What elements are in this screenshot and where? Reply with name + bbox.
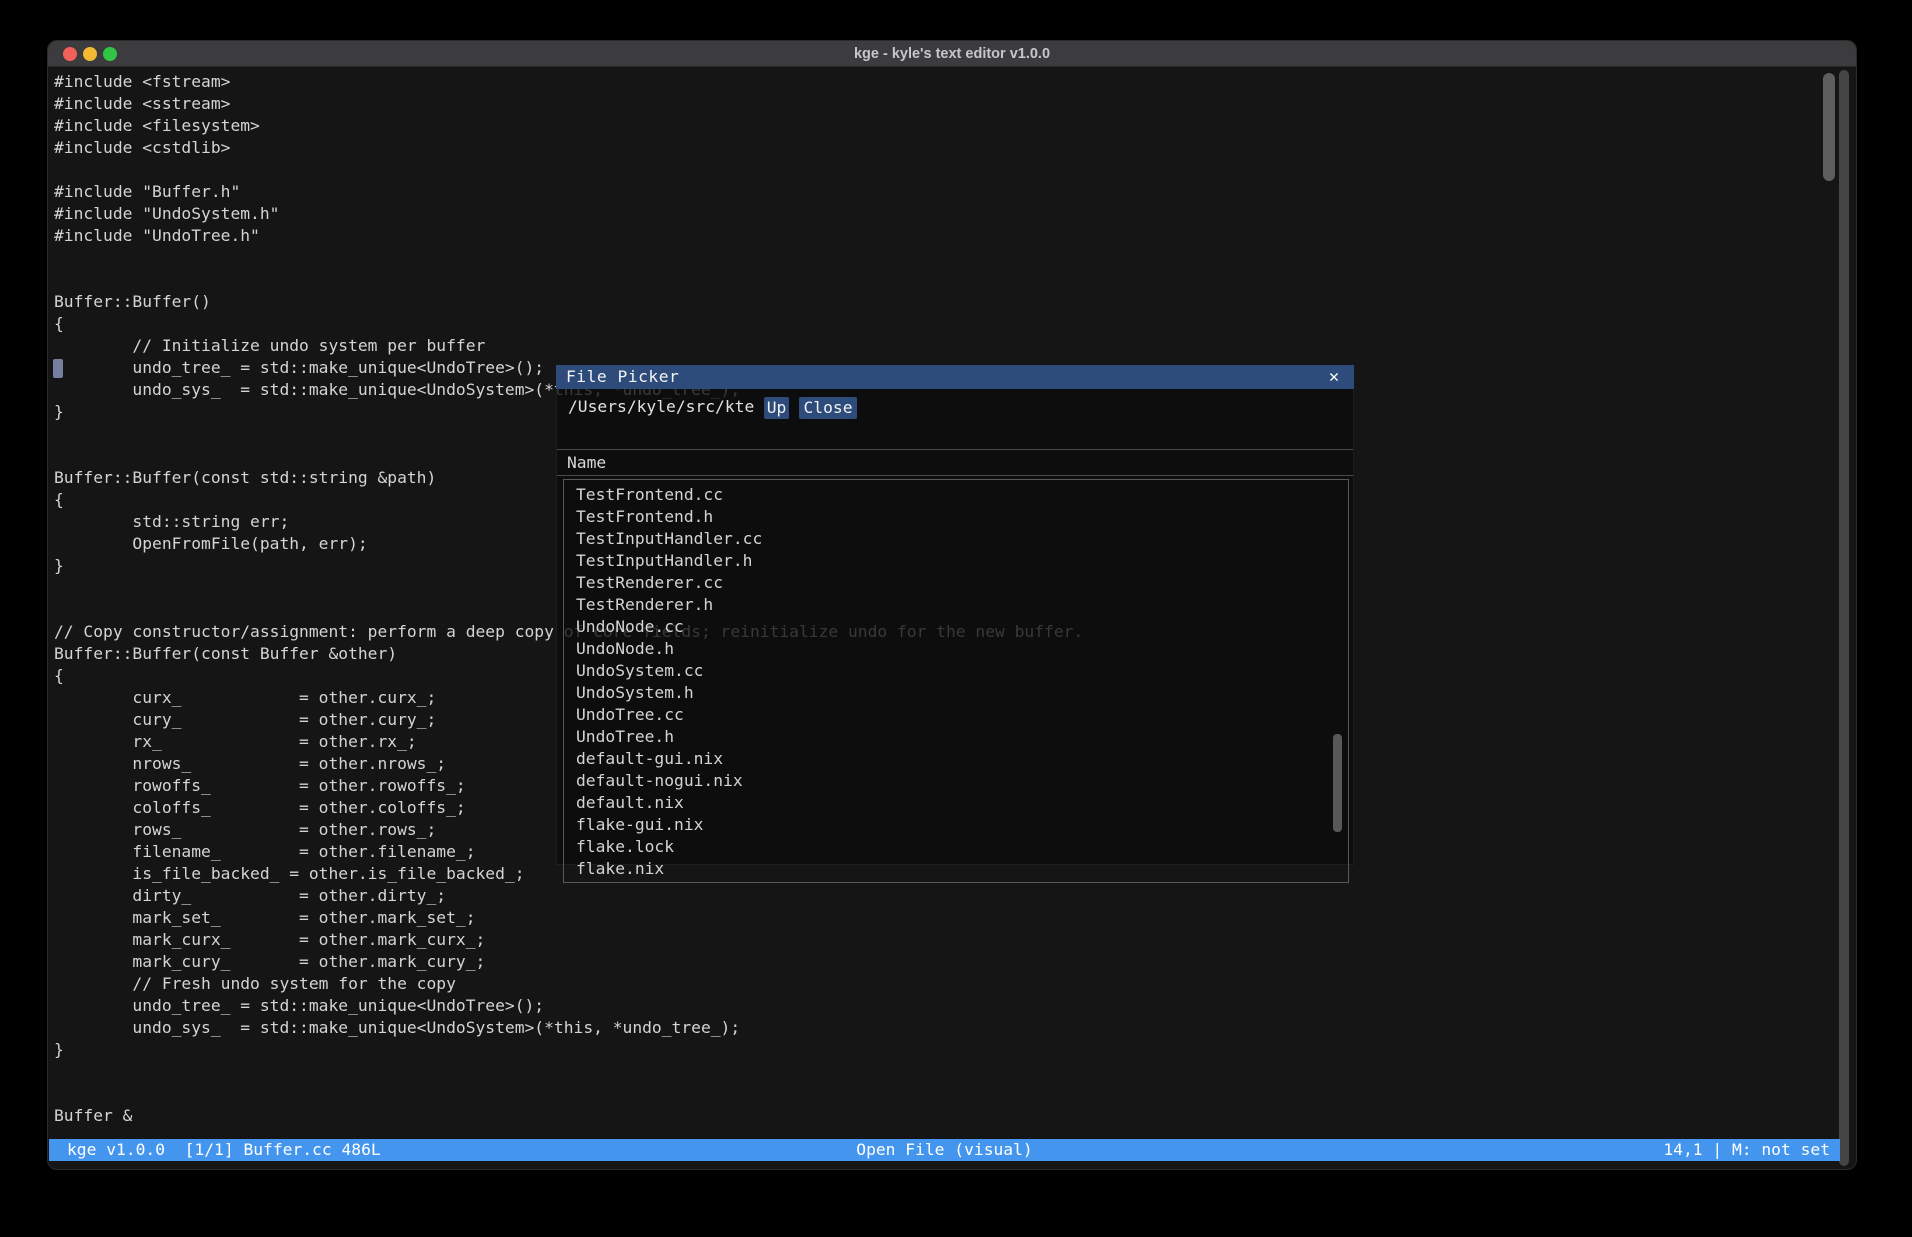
file-list[interactable]: TestFrontend.ccTestFrontend.hTestInputHa… [563, 479, 1349, 883]
file-picker-titlebar[interactable]: File Picker ✕ [556, 365, 1354, 389]
file-item[interactable]: UndoTree.cc [576, 704, 1348, 726]
separator [557, 449, 1353, 450]
close-button[interactable]: Close [799, 397, 857, 419]
separator [557, 475, 1353, 476]
status-mode: Open File (visual) [49, 1139, 1840, 1161]
desktop: kge - kyle's text editor v1.0.0 #include… [0, 0, 1912, 1237]
dialog-close-icon[interactable]: ✕ [1324, 365, 1344, 389]
current-path: /Users/kyle/src/kte [568, 396, 754, 418]
file-picker-dialog: File Picker ✕ /Users/kyle/src/kte Up Clo… [556, 365, 1354, 865]
file-item[interactable]: default-nogui.nix [576, 770, 1348, 792]
file-picker-body: /Users/kyle/src/kte Up Close Name TestFr… [556, 389, 1354, 865]
editor-scrollbar-track[interactable] [1839, 70, 1849, 1166]
file-item[interactable]: UndoTree.h [576, 726, 1348, 748]
file-item[interactable]: TestRenderer.h [576, 594, 1348, 616]
file-list-scrollbar-thumb[interactable] [1333, 734, 1342, 832]
status-bar: kge v1.0.0 [1/1] Buffer.cc 486L Open Fil… [49, 1139, 1840, 1161]
file-picker-title: File Picker [566, 365, 679, 389]
file-item[interactable]: TestFrontend.h [576, 506, 1348, 528]
name-column-header: Name [567, 451, 606, 475]
file-item[interactable]: TestInputHandler.cc [576, 528, 1348, 550]
file-item[interactable]: default-gui.nix [576, 748, 1348, 770]
file-item[interactable]: UndoNode.cc [576, 616, 1348, 638]
file-item[interactable]: TestRenderer.cc [576, 572, 1348, 594]
file-item[interactable]: TestFrontend.cc [576, 484, 1348, 506]
up-button[interactable]: Up [764, 397, 789, 419]
text-cursor [53, 359, 63, 378]
file-item[interactable]: flake-gui.nix [576, 814, 1348, 836]
file-item[interactable]: default.nix [576, 792, 1348, 814]
file-item[interactable]: UndoNode.h [576, 638, 1348, 660]
editor-scrollbar-thumb[interactable] [1823, 73, 1835, 181]
file-item[interactable]: UndoSystem.h [576, 682, 1348, 704]
window-title: kge - kyle's text editor v1.0.0 [48, 41, 1856, 67]
file-item[interactable]: UndoSystem.cc [576, 660, 1348, 682]
file-item[interactable]: TestInputHandler.h [576, 550, 1348, 572]
file-item[interactable]: flake.lock [576, 836, 1348, 858]
window-titlebar[interactable]: kge - kyle's text editor v1.0.0 [48, 41, 1856, 67]
path-row: /Users/kyle/src/kte Up Close [557, 393, 1353, 421]
file-item[interactable]: flake.nix [576, 858, 1348, 880]
status-cursor-info: 14,1 | M: not set [1663, 1139, 1830, 1161]
